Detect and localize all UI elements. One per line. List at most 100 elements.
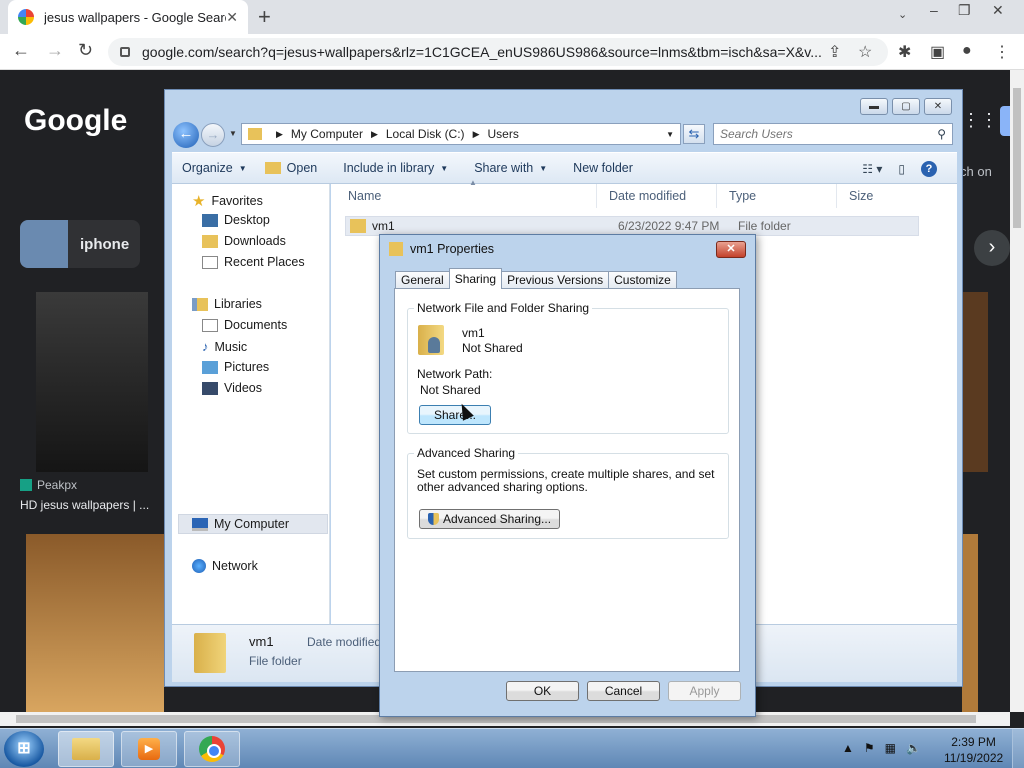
nav-libraries[interactable]: Libraries — [192, 297, 262, 311]
side-panel-icon[interactable]: ▣ — [930, 42, 945, 62]
taskbar-media-player[interactable]: ▶ — [121, 731, 177, 767]
nav-label: Videos — [224, 381, 262, 395]
chevron-right-icon[interactable]: ▶ — [473, 129, 480, 140]
apps-grid-icon[interactable]: ⋮⋮ — [962, 110, 998, 131]
new-tab-button[interactable]: + — [258, 4, 271, 30]
folder-icon — [389, 242, 403, 256]
nav-network[interactable]: Network — [192, 559, 258, 573]
nav-my-computer[interactable]: My Computer — [192, 517, 289, 531]
network-sharing-group: Network File and Folder Sharing vm1 Not … — [407, 301, 729, 434]
network-icon[interactable]: ▦ — [885, 741, 896, 755]
nav-videos[interactable]: Videos — [202, 381, 262, 395]
chevron-right-icon[interactable]: ▶ — [371, 129, 378, 140]
restore-icon[interactable]: ❐ — [958, 2, 971, 19]
ok-button[interactable]: OK — [506, 681, 579, 701]
nav-desktop[interactable]: Desktop — [202, 213, 270, 227]
nav-documents[interactable]: Documents — [202, 318, 287, 332]
maximize-icon[interactable]: ▢ — [892, 98, 920, 115]
image-result-1[interactable] — [36, 292, 148, 472]
extensions-puzzle-icon[interactable]: ✱ — [898, 42, 911, 62]
folder-icon — [248, 128, 262, 140]
taskbar-explorer[interactable] — [58, 731, 114, 767]
close-icon[interactable]: ✕ — [924, 98, 952, 115]
image-result-2[interactable] — [26, 534, 164, 712]
help-icon[interactable]: ? — [921, 161, 937, 177]
nav-downloads[interactable]: Downloads — [202, 234, 286, 248]
column-header-name[interactable]: Name — [331, 184, 597, 208]
apply-button[interactable]: Apply — [668, 681, 741, 701]
open-button[interactable]: Open — [264, 161, 317, 175]
group-title: Network File and Folder Sharing — [414, 301, 593, 315]
cancel-button[interactable]: Cancel — [587, 681, 660, 701]
forward-arrow-icon[interactable]: → — [46, 40, 64, 61]
start-button[interactable]: ⊞ — [4, 731, 44, 767]
column-header-date[interactable]: Date modified — [597, 184, 717, 208]
share-icon[interactable]: ⇪ — [828, 42, 841, 62]
action-center-icon[interactable]: ⚑ — [864, 741, 875, 755]
nav-music[interactable]: ♪ Music — [202, 339, 247, 354]
table-row[interactable]: vm1 6/23/2022 9:47 PM File folder — [345, 216, 919, 236]
breadcrumb[interactable]: ▶ My Computer ▶ Local Disk (C:) ▶ Users … — [241, 123, 681, 145]
system-clock[interactable]: 2:39 PM 11/19/2022 — [944, 734, 1003, 766]
tab-general[interactable]: General — [395, 271, 450, 289]
image-result-title[interactable]: HD jesus wallpapers | ... — [20, 498, 149, 512]
bookmark-star-icon[interactable]: ☆ — [858, 42, 872, 62]
tab-customize[interactable]: Customize — [608, 271, 677, 289]
back-arrow-icon[interactable]: ← — [173, 122, 199, 148]
tab-sharing[interactable]: Sharing — [448, 268, 503, 289]
nav-favorites[interactable]: ★ Favorites — [192, 192, 263, 210]
address-bar[interactable]: google.com/search?q=jesus+wallpapers&rlz… — [108, 38, 888, 66]
share-button[interactable]: Share... — [419, 405, 491, 425]
include-in-library-button[interactable]: Include in library ▼ — [343, 161, 448, 175]
forward-arrow-icon[interactable]: → — [201, 123, 225, 147]
image-source[interactable]: Peakpx — [20, 478, 77, 492]
image-result-3[interactable] — [960, 292, 988, 472]
nav-pictures[interactable]: Pictures — [202, 360, 269, 374]
advanced-sharing-label: Advanced Sharing... — [442, 512, 552, 526]
close-tab-icon[interactable]: ✕ — [226, 9, 238, 26]
column-header-size[interactable]: Size — [837, 184, 947, 208]
search-icon[interactable]: ⚲ — [937, 127, 946, 141]
search-field[interactable] — [720, 127, 938, 141]
chevron-right-icon[interactable]: › — [974, 230, 1010, 266]
chevron-down-icon[interactable]: ▼ — [666, 130, 674, 139]
volume-icon[interactable]: 🔈 — [906, 741, 921, 755]
include-label: Include in library — [343, 161, 435, 175]
libraries-icon — [192, 297, 208, 311]
close-button[interactable]: ✕ — [716, 241, 746, 258]
profile-icon[interactable]: ● — [962, 42, 972, 60]
image-result-4[interactable] — [962, 534, 978, 712]
preview-pane-icon[interactable]: ▯ — [898, 162, 905, 176]
advanced-sharing-button[interactable]: Advanced Sharing... — [419, 509, 560, 529]
nav-recent-places[interactable]: Recent Places — [202, 255, 305, 269]
show-desktop-button[interactable] — [1012, 729, 1024, 768]
sign-in-button[interactable] — [1000, 106, 1010, 136]
tab-previous-versions[interactable]: Previous Versions — [501, 271, 610, 289]
breadcrumb-item[interactable]: Local Disk (C:) — [386, 127, 465, 141]
related-chip-iphone[interactable]: iphone — [20, 220, 140, 268]
recent-pages-dropdown-icon[interactable]: ▼ — [229, 129, 237, 138]
breadcrumb-item[interactable]: Users — [487, 127, 518, 141]
browser-tab[interactable]: jesus wallpapers - Google Search ✕ — [8, 0, 248, 34]
column-header-type[interactable]: Type — [717, 184, 837, 208]
organize-button[interactable]: Organize ▼ — [182, 161, 247, 175]
search-input[interactable]: ⚲ — [713, 123, 953, 145]
taskbar-chrome[interactable] — [184, 731, 240, 767]
refresh-icon[interactable]: ⇆ — [683, 124, 705, 144]
google-logo[interactable]: Google — [24, 104, 127, 138]
breadcrumb-item[interactable]: My Computer — [291, 127, 363, 141]
show-hidden-icons-icon[interactable]: ▲ — [842, 741, 854, 755]
chevron-right-icon[interactable]: ▶ — [276, 129, 283, 140]
minimize-icon[interactable]: – — [930, 2, 938, 18]
share-with-button[interactable]: Share with ▼ — [474, 161, 547, 175]
minimize-icon[interactable]: ▬ — [860, 98, 888, 115]
reload-icon[interactable]: ↻ — [78, 40, 93, 61]
back-arrow-icon[interactable]: ← — [12, 40, 30, 61]
view-options-icon[interactable]: ☷ ▾ — [862, 162, 882, 176]
vertical-scrollbar[interactable] — [1010, 70, 1024, 712]
new-folder-button[interactable]: New folder — [573, 161, 633, 175]
scrollbar-thumb[interactable] — [1013, 88, 1021, 228]
close-window-icon[interactable]: ✕ — [992, 2, 1004, 19]
more-menu-icon[interactable]: ⋮ — [994, 42, 1010, 62]
tab-search-chevron-icon[interactable]: ⌄ — [898, 8, 907, 21]
